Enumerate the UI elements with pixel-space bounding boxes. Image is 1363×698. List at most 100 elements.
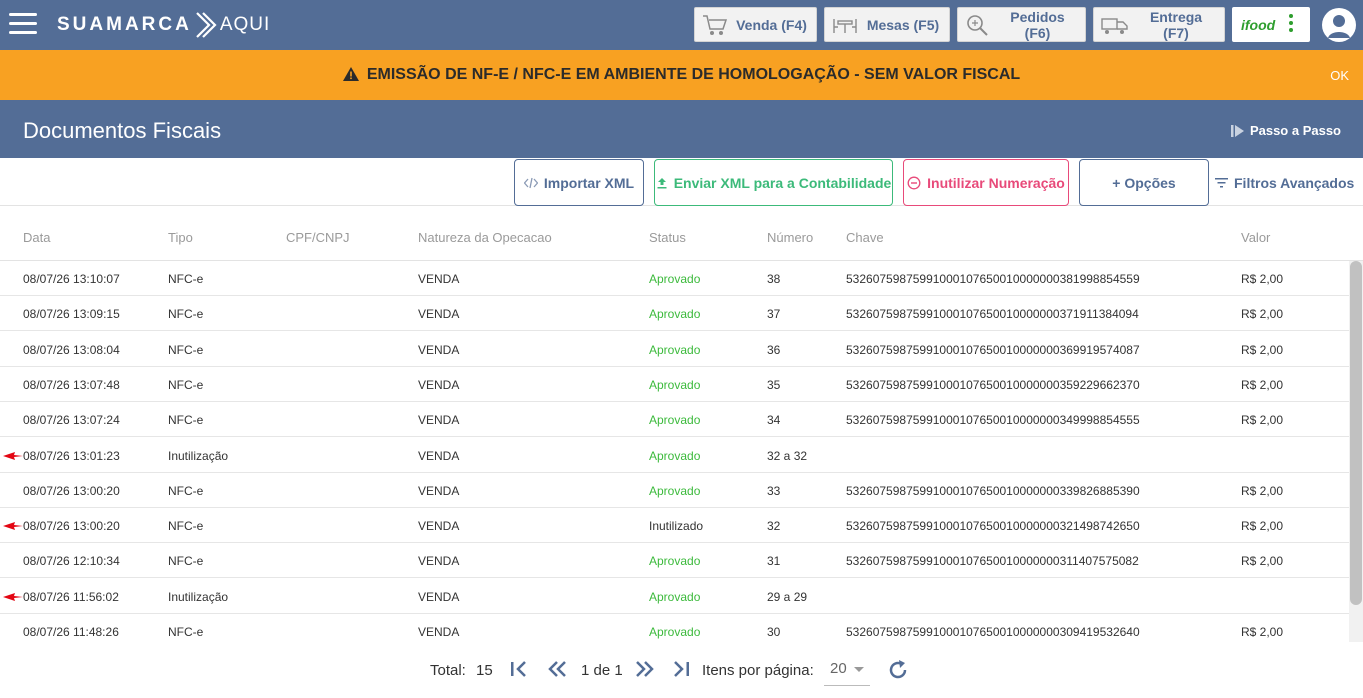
table-row[interactable]: 08/07/26 13:00:20 NFC-e VENDA Aprovado 33 532… <box>0 473 1349 508</box>
cell-numero: 36 <box>767 342 781 357</box>
menu-icon[interactable] <box>9 13 37 35</box>
cell-valor: R$ 2,00 <box>1241 519 1284 534</box>
cell-numero: 31 <box>767 554 781 569</box>
cell-natureza: VENDA <box>418 342 460 357</box>
table-row[interactable]: 08/07/26 13:01:23 Inutilização VENDA Aprova… <box>0 438 1349 473</box>
banner-ok-button[interactable]: OK <box>1330 68 1349 83</box>
table-row[interactable]: 08/07/26 13:07:48 NFC-e VENDA Aprovado 35 532… <box>0 367 1349 402</box>
mesas-button[interactable]: Mesas (F5) <box>824 7 950 42</box>
cell-chave: 5326075987599100010765001000000032149874… <box>846 519 1140 534</box>
items-per-page-select[interactable]: 20 <box>824 660 870 686</box>
pagination-footer: Total: 15 1 de 1 Itens por página: 20 <box>0 642 1363 698</box>
cell-chave: 5326075987599100010765001000000031140757… <box>846 554 1139 569</box>
entrega-label: Entrega (F7) <box>1149 8 1203 41</box>
venda-button[interactable]: Venda (F4) <box>694 7 817 42</box>
col-valor[interactable]: Valor <box>1241 230 1270 245</box>
table-row[interactable]: 08/07/26 13:10:07 NFC-e VENDA Aprovado 38 532… <box>0 261 1349 296</box>
cell-valor: R$ 2,00 <box>1241 413 1284 428</box>
col-chave[interactable]: Chave <box>846 230 884 245</box>
pedidos-button[interactable]: Pedidos (F6) <box>957 7 1086 42</box>
col-natureza[interactable]: Natureza da Opecacao <box>418 230 552 245</box>
importar-xml-button[interactable]: Importar XML <box>514 159 644 206</box>
enviar-xml-button[interactable]: Enviar XML para a Contabilidade <box>654 159 893 206</box>
cell-chave: 5326075987599100010765001000000037191138… <box>846 307 1139 322</box>
items-per-page-label: Itens por página: <box>702 662 814 679</box>
cell-natureza: VENDA <box>418 589 460 604</box>
passo-a-passo-button[interactable]: Passo a Passo <box>1230 123 1341 138</box>
col-cpf-cnpj[interactable]: CPF/CNPJ <box>286 230 350 245</box>
previous-page-icon[interactable] <box>546 658 568 680</box>
brand-logo[interactable]: SUAMARCA AQUI <box>57 11 270 39</box>
cell-data: 08/07/26 13:07:48 <box>23 377 120 392</box>
page-title: Documentos Fiscais <box>23 118 222 143</box>
cell-valor: R$ 2,00 <box>1241 307 1284 322</box>
table-row[interactable]: 08/07/26 13:00:20 NFC-e VENDA Inutilizado 32… <box>0 508 1349 544</box>
last-page-icon[interactable] <box>671 658 691 680</box>
cell-natureza: VENDA <box>418 272 460 286</box>
red-arrow-marker-icon <box>3 592 23 601</box>
cell-status: Aprovado <box>649 625 701 639</box>
more-vert-icon[interactable] <box>1289 14 1294 35</box>
cell-data: 08/07/26 11:56:02 <box>23 589 119 604</box>
cell-natureza: VENDA <box>418 625 460 639</box>
mais-opcoes-button[interactable]: + Opções <box>1079 159 1209 206</box>
cell-data: 08/07/26 12:10:34 <box>23 554 120 569</box>
cell-data: 08/07/26 13:07:24 <box>23 413 120 428</box>
cell-numero: 33 <box>767 483 781 498</box>
cell-chave: 5326075987599100010765001000000033982688… <box>846 483 1140 498</box>
ifood-logo: ifood <box>1241 16 1276 33</box>
cell-tipo: Inutilização <box>168 448 229 463</box>
cell-status: Aprovado <box>649 413 701 428</box>
cell-numero: 38 <box>767 272 781 286</box>
table-row[interactable]: 08/07/26 13:08:04 NFC-e VENDA Aprovado 36 532… <box>0 332 1349 367</box>
refresh-icon[interactable] <box>886 658 910 682</box>
cell-tipo: NFC-e <box>168 377 204 392</box>
table-row[interactable]: 08/07/26 11:56:02 Inutilização VENDA Aprova… <box>0 579 1349 614</box>
filtros-avancados-button[interactable]: Filtros Avançados <box>1215 175 1354 191</box>
user-avatar-icon[interactable] <box>1322 8 1356 42</box>
table-row[interactable]: 08/07/26 13:09:15 NFC-e VENDA Aprovado 37 532… <box>0 296 1349 332</box>
cell-valor: R$ 2,00 <box>1241 483 1284 498</box>
brand-name-bold: SUAMARCA <box>57 14 192 35</box>
first-page-icon[interactable] <box>509 658 529 680</box>
banner-message: EMISSÃO DE NF-E / NFC-E EM AMBIENTE DE H… <box>0 66 1363 84</box>
homologation-warning-banner: EMISSÃO DE NF-E / NFC-E EM AMBIENTE DE H… <box>0 50 1363 100</box>
cell-tipo: Inutilização <box>168 589 229 604</box>
scrollbar-thumb[interactable] <box>1350 261 1362 605</box>
cell-numero: 35 <box>767 377 781 392</box>
cell-numero: 32 a 32 <box>767 448 808 463</box>
inutilizar-numeracao-button[interactable]: Inutilizar Numeração <box>903 159 1069 206</box>
table-row[interactable]: 08/07/26 13:07:24 NFC-e VENDA Aprovado 34 532… <box>0 402 1349 438</box>
cell-chave: 5326075987599100010765001000000038199885… <box>846 272 1140 286</box>
delivery-truck-icon <box>1101 17 1128 34</box>
cell-natureza: VENDA <box>418 519 460 534</box>
banner-text: EMISSÃO DE NF-E / NFC-E EM AMBIENTE DE H… <box>366 66 1021 83</box>
col-numero[interactable]: Número <box>767 230 813 245</box>
table-row[interactable]: 08/07/26 12:10:34 NFC-e VENDA Aprovado 31 532… <box>0 543 1349 579</box>
cell-chave: 5326075987599100010765001000000030941953… <box>846 625 1140 639</box>
entrega-button[interactable]: Entrega (F7) <box>1093 7 1225 42</box>
cell-data: 08/07/26 13:00:20 <box>23 519 120 534</box>
next-page-icon[interactable] <box>634 658 656 680</box>
cell-status: Aprovado <box>649 272 701 286</box>
play-step-icon <box>1230 124 1244 137</box>
cell-data: 08/07/26 13:01:23 <box>23 448 120 463</box>
ifood-button[interactable]: ifood <box>1232 7 1310 42</box>
col-tipo[interactable]: Tipo <box>168 230 193 245</box>
col-data[interactable]: Data <box>23 230 50 245</box>
table-scrollbar[interactable] <box>1349 261 1363 642</box>
minus-circle-icon <box>907 176 921 189</box>
page-header: Documentos Fiscais Passo a Passo <box>0 100 1363 158</box>
cell-natureza: VENDA <box>418 307 460 322</box>
cell-status: Aprovado <box>649 589 701 604</box>
passo-a-passo-label: Passo a Passo <box>1249 123 1341 138</box>
cell-data: 08/07/26 13:00:20 <box>23 483 120 498</box>
col-status[interactable]: Status <box>649 230 686 245</box>
cell-tipo: NFC-e <box>168 519 204 534</box>
cell-status: Aprovado <box>649 342 701 357</box>
cell-numero: 34 <box>767 413 781 428</box>
cell-numero: 29 a 29 <box>767 589 808 604</box>
pedidos-label: Pedidos (F6) <box>1010 8 1065 41</box>
cell-data: 08/07/26 13:10:07 <box>23 272 120 286</box>
cell-tipo: NFC-e <box>168 342 204 357</box>
